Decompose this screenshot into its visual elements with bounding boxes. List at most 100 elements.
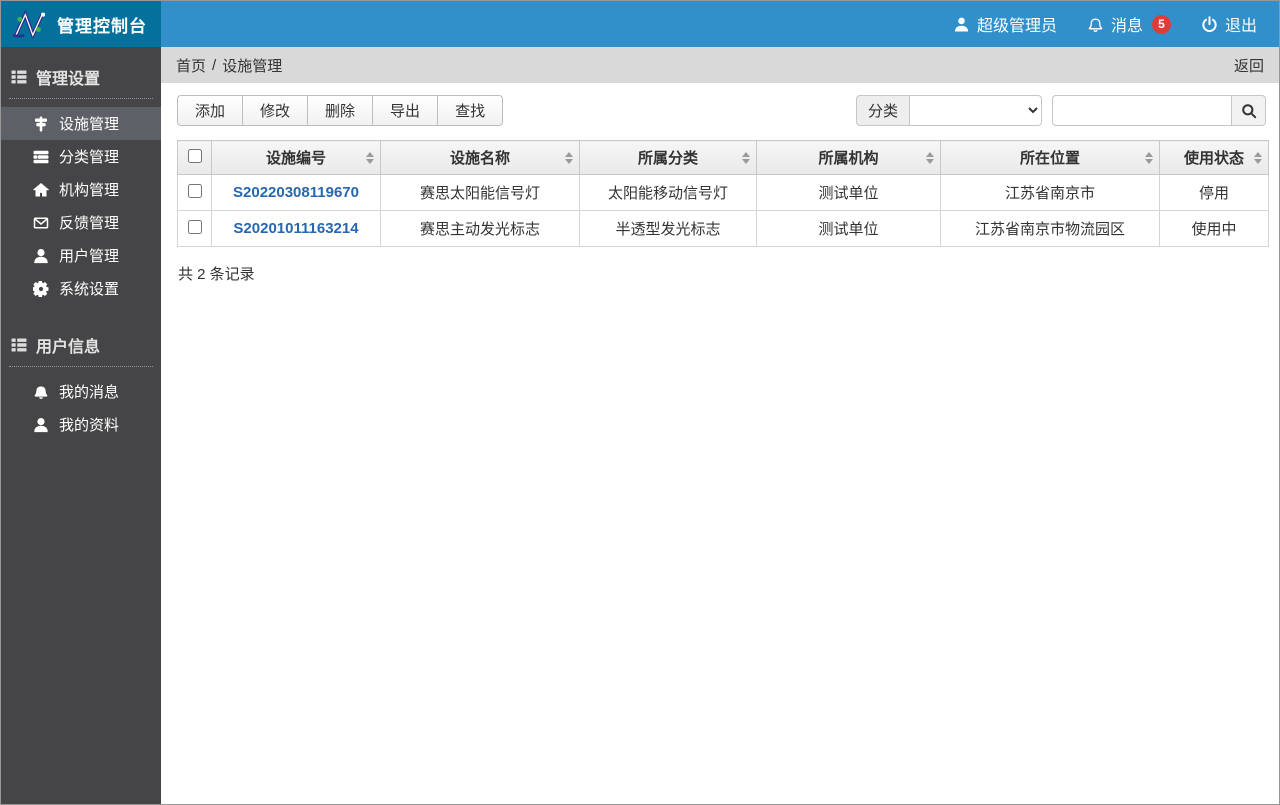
organization-cell: 测试单位 bbox=[756, 210, 941, 247]
search-group bbox=[1052, 95, 1266, 126]
row-select-cell bbox=[177, 210, 212, 247]
content-area: 首页 / 设施管理 返回 添加 修改 删除 导出 查找 分类 设施编号 设施名称… bbox=[161, 47, 1279, 804]
sidebar: 管理设置 设施管理 分类管理 机构管理 反馈管理 用户管理 系统设置 用户信息 … bbox=[1, 47, 161, 804]
search-icon bbox=[1241, 103, 1256, 118]
category-list-icon bbox=[33, 150, 49, 163]
sort-icon[interactable] bbox=[1254, 151, 1262, 164]
search-input[interactable] bbox=[1052, 95, 1232, 126]
app-logo-icon bbox=[12, 10, 46, 38]
sidebar-item-facility-management[interactable]: 设施管理 bbox=[1, 107, 161, 140]
list-icon bbox=[11, 70, 27, 84]
home-icon bbox=[33, 182, 49, 196]
signpost-icon bbox=[35, 116, 47, 131]
facility-name-cell: 赛思太阳能信号灯 bbox=[380, 174, 580, 211]
column-header-status[interactable]: 使用状态 bbox=[1159, 140, 1269, 175]
sidebar-item-label: 用户管理 bbox=[59, 248, 120, 265]
status-cell: 停用 bbox=[1159, 174, 1269, 211]
user-icon bbox=[954, 17, 969, 32]
current-user-link[interactable]: 超级管理员 bbox=[953, 12, 1057, 36]
admin-console-window: 管理控制台 超级管理员 消息 5 退出 管理设置 设施管理 分类管理 机构管理 … bbox=[0, 0, 1280, 805]
gear-icon bbox=[33, 280, 49, 297]
column-header-facility-name[interactable]: 设施名称 bbox=[380, 140, 580, 175]
facility-name-cell: 赛思主动发光标志 bbox=[380, 210, 580, 247]
sidebar-item-user-management[interactable]: 用户管理 bbox=[1, 239, 161, 272]
column-header-facility-id[interactable]: 设施编号 bbox=[211, 140, 381, 175]
status-cell: 使用中 bbox=[1159, 210, 1269, 247]
find-button[interactable]: 查找 bbox=[437, 95, 504, 126]
select-all-cell bbox=[177, 140, 212, 175]
sort-icon[interactable] bbox=[565, 151, 573, 164]
select-all-checkbox[interactable] bbox=[187, 148, 202, 163]
sort-icon[interactable] bbox=[742, 151, 750, 164]
current-user-name: 超级管理员 bbox=[976, 18, 1057, 35]
row-checkbox[interactable] bbox=[187, 183, 202, 198]
facility-id-link[interactable]: S20220308119670 bbox=[233, 184, 359, 201]
user-icon bbox=[34, 417, 48, 432]
column-header-category[interactable]: 所属分类 bbox=[579, 140, 757, 175]
category-filter-label: 分类 bbox=[855, 95, 910, 126]
section-title-label: 管理设置 bbox=[36, 71, 101, 88]
topbar: 管理控制台 超级管理员 消息 5 退出 bbox=[1, 1, 1279, 47]
power-icon bbox=[1202, 15, 1217, 32]
search-button[interactable] bbox=[1232, 95, 1266, 126]
section-title-label: 用户信息 bbox=[36, 339, 101, 356]
facility-id-cell: S20220308119670 bbox=[211, 174, 381, 211]
logout-link[interactable]: 退出 bbox=[1201, 12, 1257, 36]
bell-icon bbox=[1088, 17, 1103, 32]
sidebar-item-category-management[interactable]: 分类管理 bbox=[1, 140, 161, 173]
sidebar-item-organization-management[interactable]: 机构管理 bbox=[1, 173, 161, 206]
logout-label: 退出 bbox=[1224, 18, 1257, 35]
sidebar-item-my-profile[interactable]: 我的资料 bbox=[1, 408, 161, 441]
sidebar-item-label: 分类管理 bbox=[59, 149, 120, 166]
messages-link[interactable]: 消息 5 bbox=[1087, 12, 1171, 36]
sidebar-item-label: 我的资料 bbox=[59, 417, 120, 434]
sidebar-item-label: 机构管理 bbox=[59, 182, 120, 199]
sidebar-section-title: 管理设置 bbox=[1, 61, 161, 98]
sort-icon[interactable] bbox=[926, 151, 934, 164]
column-header-organization[interactable]: 所属机构 bbox=[756, 140, 941, 175]
sort-icon[interactable] bbox=[366, 151, 374, 164]
location-cell: 江苏省南京市 bbox=[940, 174, 1160, 211]
row-select-cell bbox=[177, 174, 212, 211]
messages-badge: 5 bbox=[1151, 14, 1171, 34]
back-link[interactable]: 返回 bbox=[1234, 55, 1264, 76]
sidebar-item-my-messages[interactable]: 我的消息 bbox=[1, 375, 161, 408]
table-row: S20201011163214 赛思主动发光标志 半透型发光标志 测试单位 江苏… bbox=[177, 210, 1269, 247]
sidebar-item-label: 反馈管理 bbox=[59, 215, 120, 232]
sidebar-item-label: 系统设置 bbox=[59, 281, 120, 298]
breadcrumb: 首页 / 设施管理 返回 bbox=[161, 47, 1279, 83]
messages-label: 消息 bbox=[1110, 18, 1143, 35]
category-cell: 半透型发光标志 bbox=[579, 210, 757, 247]
toolbar-filters: 分类 bbox=[855, 95, 1266, 126]
breadcrumb-home[interactable]: 首页 bbox=[176, 55, 206, 76]
sidebar-section-user-info: 用户信息 我的消息 我的资料 bbox=[1, 329, 161, 441]
breadcrumb-separator: / bbox=[212, 56, 217, 74]
toolbar: 添加 修改 删除 导出 查找 分类 bbox=[177, 95, 1266, 126]
facility-id-link[interactable]: S20201011163214 bbox=[233, 220, 358, 237]
list-icon bbox=[11, 338, 27, 352]
category-cell: 太阳能移动信号灯 bbox=[579, 174, 757, 211]
table-header-row: 设施编号 设施名称 所属分类 所属机构 所在位置 使用状态 bbox=[177, 140, 1269, 175]
category-select[interactable] bbox=[910, 95, 1042, 126]
location-cell: 江苏省南京市物流园区 bbox=[940, 210, 1160, 247]
action-button-group: 添加 修改 删除 导出 查找 bbox=[177, 95, 504, 126]
delete-button[interactable]: 删除 bbox=[307, 95, 374, 126]
sidebar-item-system-settings[interactable]: 系统设置 bbox=[1, 272, 161, 305]
envelope-icon bbox=[33, 216, 49, 229]
sidebar-section-title: 用户信息 bbox=[1, 329, 161, 366]
add-button[interactable]: 添加 bbox=[177, 95, 244, 126]
facility-id-cell: S20201011163214 bbox=[211, 210, 381, 247]
divider bbox=[9, 366, 153, 367]
app-logo-area: 管理控制台 bbox=[1, 1, 161, 47]
bell-icon bbox=[34, 385, 48, 399]
row-checkbox[interactable] bbox=[187, 219, 202, 234]
sidebar-item-label: 我的消息 bbox=[59, 384, 120, 401]
edit-button[interactable]: 修改 bbox=[242, 95, 309, 126]
sort-icon[interactable] bbox=[1145, 151, 1153, 164]
table-row: S20220308119670 赛思太阳能信号灯 太阳能移动信号灯 测试单位 江… bbox=[177, 174, 1269, 211]
column-header-location[interactable]: 所在位置 bbox=[940, 140, 1160, 175]
app-title: 管理控制台 bbox=[57, 16, 147, 36]
export-button[interactable]: 导出 bbox=[372, 95, 439, 126]
facility-table: 设施编号 设施名称 所属分类 所属机构 所在位置 使用状态 S202203081… bbox=[177, 140, 1269, 247]
sidebar-item-feedback-management[interactable]: 反馈管理 bbox=[1, 206, 161, 239]
